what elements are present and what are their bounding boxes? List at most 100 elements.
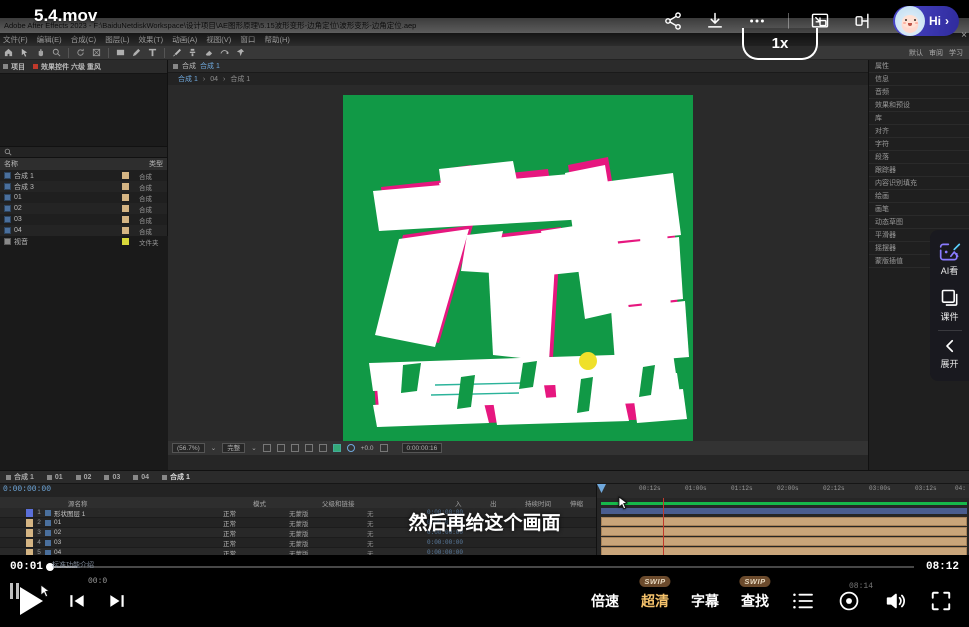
- layer-parent[interactable]: 无: [367, 538, 427, 548]
- zoom-icon[interactable]: [52, 48, 61, 57]
- layer-name[interactable]: 03: [54, 539, 223, 546]
- breadcrumb-item-0[interactable]: 合成 1: [178, 74, 198, 84]
- chevron-down-icon-2[interactable]: ⌄: [251, 444, 256, 452]
- rotate-icon[interactable]: [76, 48, 85, 57]
- download-icon[interactable]: [704, 10, 726, 32]
- tab-project[interactable]: 项目: [3, 62, 25, 72]
- side-dock[interactable]: AI看 课件 展开: [930, 230, 969, 381]
- settings-icon[interactable]: [837, 589, 861, 613]
- home-icon[interactable]: [4, 48, 13, 57]
- hand-icon[interactable]: [36, 48, 45, 57]
- layer-in-point[interactable]: 0:00:00:00: [427, 539, 596, 546]
- next-button[interactable]: [106, 590, 128, 612]
- panel-character[interactable]: 字符: [869, 138, 969, 151]
- panel-paint[interactable]: 绘画: [869, 190, 969, 203]
- play-button[interactable]: [14, 584, 48, 618]
- speed-button[interactable]: 倍速: [591, 591, 619, 611]
- camera-orbit-icon[interactable]: [92, 48, 101, 57]
- project-item[interactable]: 合成 1 合成: [0, 170, 167, 181]
- dock-item-courseware[interactable]: 课件: [930, 284, 969, 328]
- volume-icon[interactable]: [883, 589, 907, 613]
- puppet-pin-icon[interactable]: [236, 48, 245, 57]
- user-profile-button[interactable]: Hi ›: [893, 6, 959, 36]
- video-surface[interactable]: Adobe After Effects 2023 - F:\BaiduNetdi…: [0, 18, 969, 566]
- project-item[interactable]: 01 合成: [0, 192, 167, 203]
- composition-status-bar[interactable]: (56.7%) ⌄ 完整 ⌄ +0.0 0:00:00:16: [168, 441, 868, 455]
- panel-motion-sketch[interactable]: 动态草图: [869, 216, 969, 229]
- current-time-indicator[interactable]: [597, 484, 606, 493]
- seek-bar[interactable]: [47, 566, 914, 568]
- layer-bar[interactable]: [601, 537, 967, 546]
- resolution-select[interactable]: 完整: [222, 443, 245, 453]
- workspace-default[interactable]: 默认: [909, 48, 923, 58]
- previous-button[interactable]: [66, 590, 88, 612]
- selection-arrow-icon[interactable]: [20, 48, 29, 57]
- layer-blend-mode[interactable]: 正常: [223, 538, 289, 548]
- transparency-grid-icon[interactable]: [277, 444, 285, 452]
- composition-canvas[interactable]: [343, 95, 693, 445]
- panel-properties[interactable]: 属性: [869, 60, 969, 73]
- project-search-row[interactable]: [0, 146, 167, 158]
- text-icon[interactable]: [148, 48, 157, 57]
- comp-timecode[interactable]: 0:00:00:16: [402, 443, 443, 453]
- composition-canvas-area[interactable]: (56.7%) ⌄ 完整 ⌄ +0.0 0:00:00:16: [168, 85, 868, 455]
- project-item[interactable]: 02 合成: [0, 203, 167, 214]
- cast-icon[interactable]: [851, 10, 873, 32]
- exposure-value[interactable]: +0.0: [361, 445, 374, 452]
- project-item[interactable]: 视音 文件夹: [0, 236, 167, 247]
- playlist-icon[interactable]: [791, 589, 815, 613]
- subtitle-button[interactable]: 字幕: [691, 591, 719, 611]
- timeline-tab-1[interactable]: 01: [47, 474, 63, 481]
- roto-brush-icon[interactable]: [220, 48, 229, 57]
- snapshot-camera-icon[interactable]: [380, 444, 388, 452]
- ae-workspace-switcher[interactable]: 默认 审阅 学习: [909, 48, 963, 58]
- 3d-view-icon[interactable]: [291, 444, 299, 452]
- composition-tab-label[interactable]: 合成 1: [200, 61, 220, 71]
- ae-composition-viewer[interactable]: 合成 合成 1 合成 1 › 04 › 合成 1: [168, 60, 868, 470]
- panel-libraries[interactable]: 库: [869, 112, 969, 125]
- layer-track-matte[interactable]: 无蒙版: [289, 538, 367, 548]
- layer-color-swatch[interactable]: [26, 539, 33, 547]
- timeline-tab-4[interactable]: 04: [133, 474, 149, 481]
- guides-icon[interactable]: [319, 444, 327, 452]
- quality-button[interactable]: SWIP 超清: [641, 591, 669, 611]
- project-item[interactable]: 03 合成: [0, 214, 167, 225]
- project-item[interactable]: 04 合成: [0, 225, 167, 236]
- anchor-point-handle[interactable]: [579, 352, 597, 370]
- close-icon[interactable]: ×: [961, 30, 967, 41]
- tab-effect-controls[interactable]: 效果控件 六级 重风: [33, 62, 101, 72]
- dock-item-ai-view[interactable]: AI看: [930, 238, 969, 282]
- breadcrumb-item-1[interactable]: 04: [210, 76, 218, 83]
- project-item[interactable]: 合成 3 合成: [0, 181, 167, 192]
- workspace-learn[interactable]: 学习: [949, 48, 963, 58]
- timeline-tab-3[interactable]: 03: [104, 474, 120, 481]
- project-panel-tabs[interactable]: 项目 效果控件 六级 重风: [0, 60, 167, 74]
- timeline-layer-row[interactable]: 4 03 正常 无蒙版 无 0:00:00:00: [0, 538, 596, 548]
- panel-tracker[interactable]: 跟踪器: [869, 164, 969, 177]
- timeline-current-timecode[interactable]: 0:00:00:00: [3, 485, 51, 494]
- playback-speed-badge[interactable]: 1x: [742, 28, 818, 60]
- timeline-tab-2[interactable]: 02: [76, 474, 92, 481]
- project-item-list[interactable]: 合成 1 合成 合成 3 合成 01 合成: [0, 170, 167, 247]
- panel-info[interactable]: 信息: [869, 73, 969, 86]
- share-icon[interactable]: [662, 10, 684, 32]
- panel-align[interactable]: 对齐: [869, 125, 969, 138]
- panel-paragraph[interactable]: 段落: [869, 151, 969, 164]
- timeline-ruler[interactable]: 00:12s 01:00s 01:12s 02:00s 02:12s 03:00…: [596, 484, 969, 498]
- pen-icon[interactable]: [132, 48, 141, 57]
- zoom-level-select[interactable]: (56.7%): [172, 443, 205, 453]
- shape-rect-icon[interactable]: [116, 48, 125, 57]
- mask-view-icon[interactable]: [305, 444, 313, 452]
- composition-breadcrumb[interactable]: 合成 1 › 04 › 合成 1: [168, 73, 868, 85]
- clone-stamp-icon[interactable]: [188, 48, 197, 57]
- fullscreen-icon[interactable]: [929, 589, 953, 613]
- panel-audio[interactable]: 音频: [869, 86, 969, 99]
- eraser-icon[interactable]: [204, 48, 213, 57]
- ae-tool-bar[interactable]: 默认 审阅 学习: [0, 46, 969, 60]
- region-of-interest-icon[interactable]: [263, 444, 271, 452]
- panel-effects-presets[interactable]: 效果和预设: [869, 99, 969, 112]
- search-button[interactable]: SWIP 查找: [741, 591, 769, 611]
- panel-content-aware-fill[interactable]: 内容识别填充: [869, 177, 969, 190]
- timeline-tab-row[interactable]: 合成 1 01 02 03 04 合成 1: [0, 471, 969, 484]
- dock-item-expand[interactable]: 展开: [930, 333, 969, 375]
